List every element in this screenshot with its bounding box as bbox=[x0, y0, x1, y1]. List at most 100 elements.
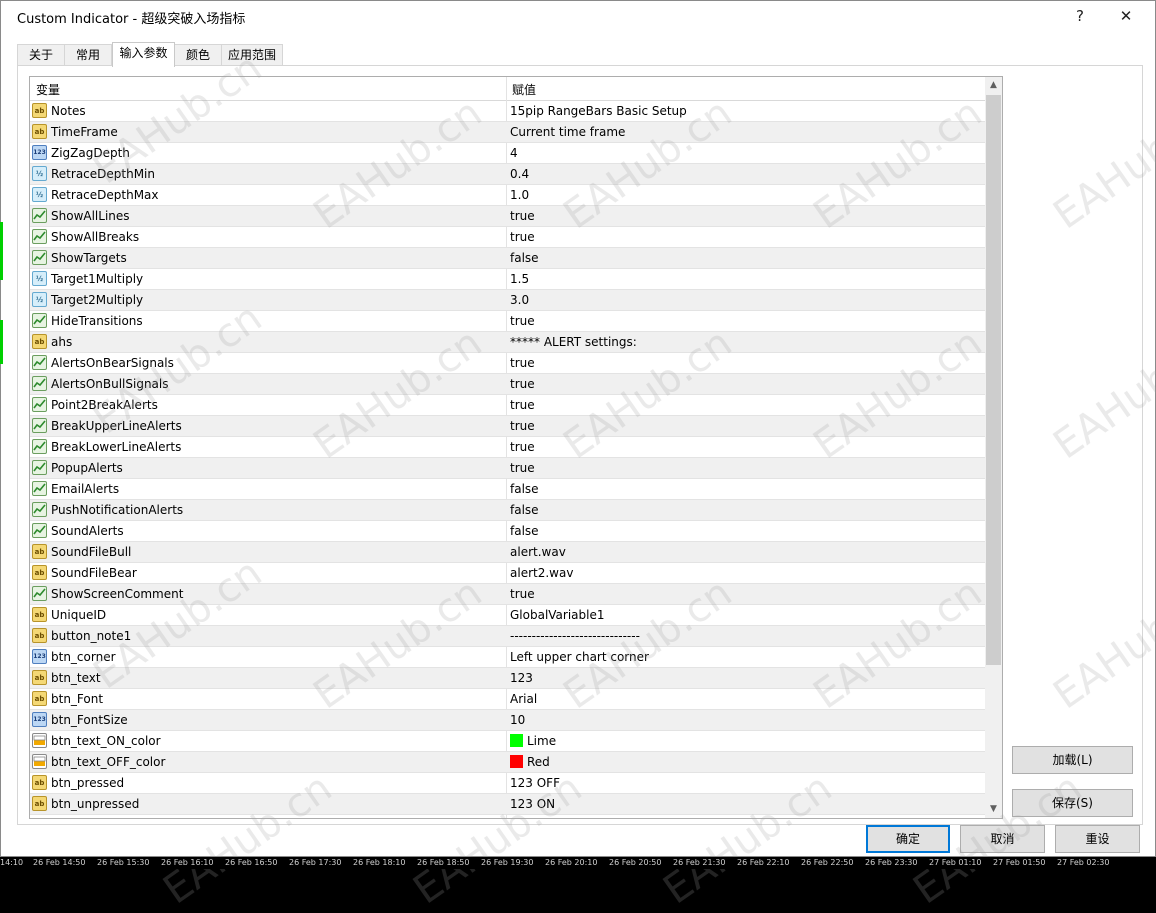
tab-inputs[interactable]: 输入参数 bbox=[112, 42, 175, 67]
param-value[interactable]: false bbox=[510, 524, 539, 538]
integer-type-icon: 123 bbox=[32, 145, 47, 160]
table-row[interactable]: HideTransitions true bbox=[30, 311, 986, 332]
table-row[interactable]: BreakLowerLineAlerts true bbox=[30, 437, 986, 458]
param-value[interactable]: true bbox=[510, 587, 535, 601]
param-name: TimeFrame bbox=[51, 125, 118, 139]
table-row[interactable]: ab button_note1 --------------------------… bbox=[30, 626, 986, 647]
param-value[interactable]: 15pip RangeBars Basic Setup bbox=[510, 104, 687, 118]
table-row[interactable]: ab btn_text 123 bbox=[30, 668, 986, 689]
time-axis-label: 14:10 bbox=[0, 858, 24, 867]
color-swatch[interactable] bbox=[510, 755, 523, 768]
param-value-text: true bbox=[510, 314, 535, 328]
param-value[interactable]: Red bbox=[510, 755, 550, 769]
param-value[interactable]: 1.0 bbox=[510, 188, 529, 202]
table-row[interactable]: AlertsOnBearSignals true bbox=[30, 353, 986, 374]
param-value[interactable]: true bbox=[510, 440, 535, 454]
table-row[interactable]: ab SoundFileBull alert.wav bbox=[30, 542, 986, 563]
param-value[interactable]: true bbox=[510, 209, 535, 223]
table-row[interactable]: ½ Target1Multiply 1.5 bbox=[30, 269, 986, 290]
param-value[interactable]: false bbox=[510, 503, 539, 517]
close-button[interactable]: ✕ bbox=[1103, 1, 1149, 32]
param-value[interactable]: 4 bbox=[510, 146, 518, 160]
param-value[interactable]: Left upper chart corner bbox=[510, 650, 649, 664]
table-row[interactable]: Point2BreakAlerts true bbox=[30, 395, 986, 416]
table-row[interactable]: ShowTargets false bbox=[30, 248, 986, 269]
param-value[interactable]: true bbox=[510, 230, 535, 244]
table-row[interactable]: ab btn_unpressed 123 ON bbox=[30, 794, 986, 815]
header-value[interactable]: 赋值 bbox=[512, 81, 536, 98]
param-value[interactable]: 3.0 bbox=[510, 293, 529, 307]
param-value[interactable]: false bbox=[510, 251, 539, 265]
param-value[interactable]: alert2.wav bbox=[510, 566, 573, 580]
param-name: SoundFileBear bbox=[51, 566, 137, 580]
header-variable[interactable]: 变量 bbox=[36, 81, 60, 98]
param-value[interactable]: 123 OFF bbox=[510, 776, 560, 790]
param-value[interactable]: 10 bbox=[510, 713, 525, 727]
table-row[interactable]: ab btn_Font Arial bbox=[30, 689, 986, 710]
table-row[interactable]: btn_text_ON_color Lime bbox=[30, 731, 986, 752]
param-value[interactable]: true bbox=[510, 398, 535, 412]
param-value[interactable]: true bbox=[510, 314, 535, 328]
param-value[interactable]: 1.5 bbox=[510, 272, 529, 286]
table-row[interactable]: SoundAlerts false bbox=[30, 521, 986, 542]
vertical-scrollbar[interactable]: ▲ ▼ bbox=[985, 77, 1002, 818]
table-row[interactable]: BreakUpperLineAlerts true bbox=[30, 416, 986, 437]
tab-colors[interactable]: 颜色 bbox=[174, 44, 222, 66]
param-value[interactable]: GlobalVariable1 bbox=[510, 608, 605, 622]
param-value[interactable]: true bbox=[510, 377, 535, 391]
reset-button[interactable]: 重设 bbox=[1055, 825, 1140, 853]
param-value[interactable]: true bbox=[510, 419, 535, 433]
cancel-button[interactable]: 取消 bbox=[960, 825, 1045, 853]
table-row[interactable]: ½ RetraceDepthMin 0.4 bbox=[30, 164, 986, 185]
table-row[interactable]: ShowAllLines true bbox=[30, 206, 986, 227]
tab-visualization[interactable]: 应用范围 bbox=[221, 44, 283, 66]
table-row[interactable]: ShowScreenComment true bbox=[30, 584, 986, 605]
param-name: btn_text bbox=[51, 671, 101, 685]
double-type-icon: ½ bbox=[32, 292, 47, 307]
table-row[interactable]: 123 ZigZagDepth 4 bbox=[30, 143, 986, 164]
table-row[interactable]: ab ahs ***** ALERT settings: bbox=[30, 332, 986, 353]
table-row[interactable]: AlertsOnBullSignals true bbox=[30, 374, 986, 395]
param-value-text: Lime bbox=[527, 734, 557, 748]
param-value[interactable]: false bbox=[510, 482, 539, 496]
tab-common[interactable]: 常用 bbox=[64, 44, 112, 66]
save-button[interactable]: 保存(S) bbox=[1012, 789, 1133, 817]
param-value[interactable]: 0.4 bbox=[510, 167, 529, 181]
table-row[interactable]: ½ RetraceDepthMax 1.0 bbox=[30, 185, 986, 206]
table-row[interactable]: ab UniqueID GlobalVariable1 bbox=[30, 605, 986, 626]
param-value[interactable]: ***** ALERT settings: bbox=[510, 335, 637, 349]
table-row[interactable]: ab TimeFrame Current time frame bbox=[30, 122, 986, 143]
scroll-up-icon[interactable]: ▲ bbox=[985, 77, 1002, 94]
param-value[interactable]: Current time frame bbox=[510, 125, 625, 139]
param-value[interactable]: Arial bbox=[510, 692, 537, 706]
parameters-grid: 变量 赋值 ab Notes 15pip RangeBars Basic Setup… bbox=[29, 76, 1003, 819]
param-value[interactable]: 123 bbox=[510, 671, 533, 685]
param-value-text: Left upper chart corner bbox=[510, 650, 649, 664]
load-button[interactable]: 加载(L) bbox=[1012, 746, 1133, 774]
help-button[interactable]: ? bbox=[1057, 1, 1103, 32]
table-row[interactable]: ab SoundFileBear alert2.wav bbox=[30, 563, 986, 584]
param-value-text: true bbox=[510, 587, 535, 601]
table-row[interactable]: ab btn_pressed 123 OFF bbox=[30, 773, 986, 794]
scroll-down-icon[interactable]: ▼ bbox=[985, 801, 1002, 818]
scroll-thumb[interactable] bbox=[986, 95, 1001, 665]
table-row[interactable]: btn_text_OFF_color Red bbox=[30, 752, 986, 773]
table-row[interactable]: EmailAlerts false bbox=[30, 479, 986, 500]
table-row[interactable]: PushNotificationAlerts false bbox=[30, 500, 986, 521]
table-row[interactable]: 123 btn_corner Left upper chart corner bbox=[30, 647, 986, 668]
ok-button[interactable]: 确定 bbox=[866, 825, 950, 853]
param-value[interactable]: true bbox=[510, 356, 535, 370]
table-row[interactable]: ab Notes 15pip RangeBars Basic Setup bbox=[30, 101, 986, 122]
param-value[interactable]: ------------------------------ bbox=[510, 629, 640, 643]
param-value[interactable]: true bbox=[510, 461, 535, 475]
param-value[interactable]: Lime bbox=[510, 734, 556, 748]
color-swatch[interactable] bbox=[510, 734, 523, 747]
table-row[interactable]: ShowAllBreaks true bbox=[30, 227, 986, 248]
table-row[interactable]: PopupAlerts true bbox=[30, 458, 986, 479]
param-value[interactable]: alert.wav bbox=[510, 545, 566, 559]
time-axis-label: 27 Feb 01:50 bbox=[993, 858, 1046, 867]
param-value[interactable]: 123 ON bbox=[510, 797, 555, 811]
tab-about[interactable]: 关于 bbox=[17, 44, 65, 66]
table-row[interactable]: ½ Target2Multiply 3.0 bbox=[30, 290, 986, 311]
table-row[interactable]: 123 btn_FontSize 10 bbox=[30, 710, 986, 731]
